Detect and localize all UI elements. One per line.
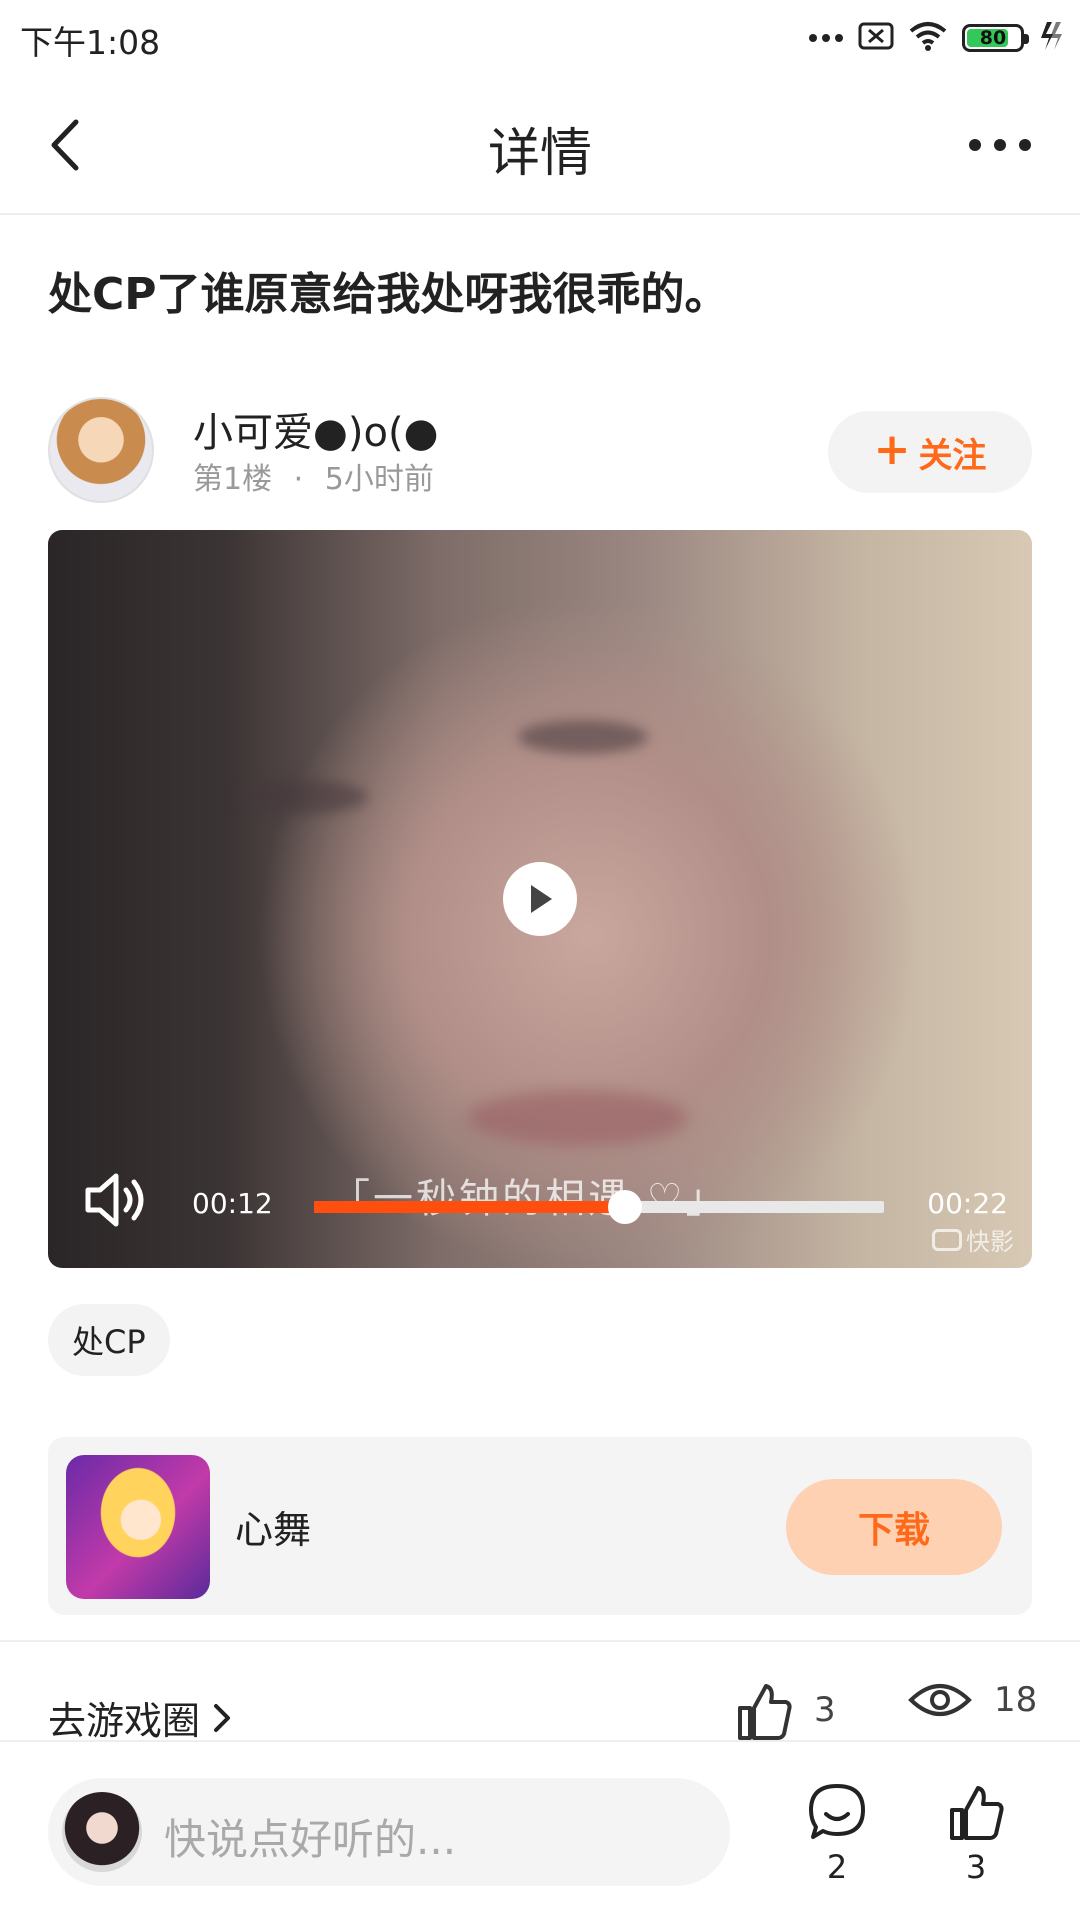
game-circle-label: 去游戏圈 xyxy=(48,1699,201,1743)
author-meta: 第1楼 · 5小时前 xyxy=(193,454,434,498)
video-frame-detail xyxy=(518,720,648,754)
comment-count: 2 xyxy=(826,1848,848,1886)
follow-button[interactable]: + 关注 xyxy=(828,411,1032,493)
author-name[interactable]: 小可爱●)o(● xyxy=(193,400,439,458)
game-name: 心舞 xyxy=(235,1508,312,1552)
speaker-icon xyxy=(85,1173,144,1227)
video-frame-detail xyxy=(468,1090,688,1146)
like-stat[interactable]: 3 xyxy=(736,1680,836,1740)
video-player[interactable]: 「一秒钟的相遇 ♡」 00:12 00:22 快影 xyxy=(48,530,1032,1268)
video-watermark: 快影 xyxy=(932,1222,1014,1257)
my-avatar xyxy=(62,1792,142,1872)
progress-bar[interactable] xyxy=(314,1190,884,1224)
comment-button[interactable]: 2 xyxy=(797,1782,877,1902)
comment-bubble-icon xyxy=(809,1784,865,1839)
current-time: 00:12 xyxy=(192,1187,273,1220)
comment-input[interactable]: 快说点好听的... xyxy=(48,1778,730,1886)
total-time: 00:22 xyxy=(927,1187,1008,1220)
thumbs-up-icon xyxy=(738,1684,792,1740)
bottom-like-count: 3 xyxy=(965,1848,987,1886)
stats-row: 去游戏圈 3 18 xyxy=(0,1680,1080,1743)
post-time: 5小时前 xyxy=(324,462,434,497)
battery-label: 80 xyxy=(979,27,1007,49)
game-app-icon[interactable] xyxy=(66,1455,210,1599)
more-dots-icon xyxy=(808,29,844,48)
floor-label: 第1楼 xyxy=(193,462,273,497)
nav-bar: 详情 xyxy=(0,75,1080,215)
meta-separator: · xyxy=(293,462,304,497)
page-title: 详情 xyxy=(487,124,592,184)
progress-thumb[interactable] xyxy=(607,1190,642,1224)
game-card[interactable]: 心舞 下载 xyxy=(48,1437,1032,1615)
kuaiying-logo-icon xyxy=(932,1228,962,1251)
play-button[interactable] xyxy=(503,862,577,936)
like-count: 3 xyxy=(814,1690,836,1730)
more-button[interactable] xyxy=(960,125,1040,165)
eye-icon xyxy=(908,1684,972,1716)
post-title: 处CP了谁原意给我处呀我很乖的。 xyxy=(48,269,729,320)
video-subtitle: 「一秒钟的相遇 ♡」 xyxy=(330,1176,729,1222)
volume-button[interactable] xyxy=(84,1170,150,1230)
status-time: 下午1:08 xyxy=(20,23,161,62)
watermark-text: 快影 xyxy=(966,1228,1014,1256)
post-detail-screen: 下午1:08 80 详情 处CP了谁原意给我处呀我很乖的。 小可爱●)o(● 第… xyxy=(0,0,1080,1920)
topic-tag[interactable]: 处CP xyxy=(48,1304,170,1376)
view-count: 18 xyxy=(994,1680,1038,1720)
game-circle-link[interactable]: 去游戏圈 xyxy=(48,1690,232,1745)
thumbs-up-icon xyxy=(950,1786,1004,1840)
follow-label: 关注 xyxy=(918,435,987,476)
status-bar: 下午1:08 80 xyxy=(0,0,1080,75)
play-icon xyxy=(531,885,552,913)
video-frame-detail xyxy=(238,780,368,814)
plus-icon: + xyxy=(873,424,911,475)
comment-placeholder: 快说点好听的... xyxy=(164,1815,457,1864)
more-horizontal-icon xyxy=(969,139,1031,151)
battery-icon: 80 xyxy=(962,24,1029,52)
charging-icon xyxy=(1038,20,1064,56)
like-button[interactable]: 3 xyxy=(936,1782,1016,1902)
bottom-bar: 快说点好听的... 2 3 xyxy=(0,1740,1080,1920)
author-avatar[interactable] xyxy=(48,397,154,503)
progress-fill xyxy=(314,1201,625,1213)
chevron-right-icon xyxy=(214,1703,231,1732)
wifi-icon xyxy=(908,20,948,56)
download-button[interactable]: 下载 xyxy=(786,1479,1002,1575)
sim-x-icon xyxy=(858,22,894,54)
view-stat: 18 xyxy=(908,1680,1037,1720)
divider xyxy=(0,1640,1080,1642)
status-icons: 80 xyxy=(808,18,1064,58)
